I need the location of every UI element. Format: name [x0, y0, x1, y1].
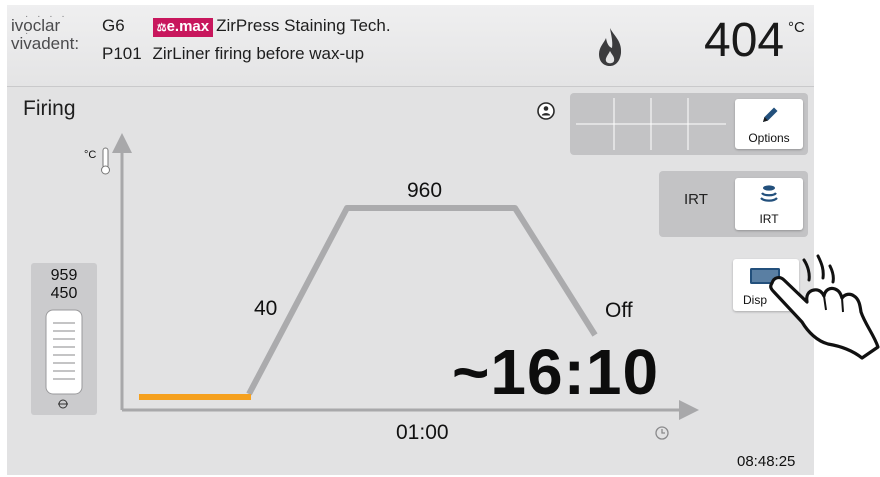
furnace-screen: · · · · · ivoclar vivadent: G6 ⚖︎e.max Zir…: [7, 5, 814, 475]
cooling-state-label: Off: [605, 299, 633, 322]
firing-curve-chart: [101, 133, 699, 440]
hold-time-label: 01:00: [396, 421, 449, 444]
vacuum-symbol-icon: [58, 399, 68, 409]
vacuum-gauge-icon: [45, 309, 83, 395]
heating-rate-label: 40: [254, 297, 278, 320]
y-unit-label: °C: [84, 149, 97, 161]
y-axis-arrow: [112, 133, 132, 153]
pointing-hand-icon: [769, 254, 880, 360]
upper-temperature: 959: [50, 267, 78, 284]
hold-temperature-label: 960: [407, 179, 443, 202]
x-axis-arrow: [679, 400, 699, 420]
lower-temperature: 450: [50, 285, 78, 302]
clock-time: 08:48:25: [737, 453, 796, 470]
temperature-range-box: 959 450: [31, 263, 97, 415]
remaining-time: ~16:10: [452, 336, 660, 408]
thermometer-small-icon: [102, 147, 109, 169]
